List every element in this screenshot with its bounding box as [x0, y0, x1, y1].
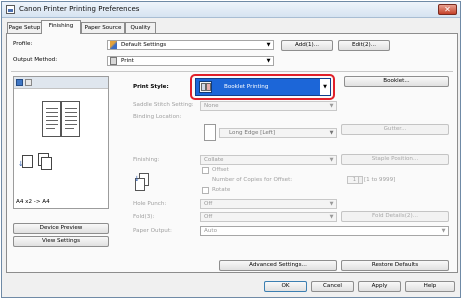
binding-page-icon	[204, 124, 216, 141]
tab-paper-source[interactable]: Paper Source	[81, 22, 125, 33]
output-method-select[interactable]: Print ▼	[107, 56, 274, 66]
finishing-value: Collate	[204, 157, 224, 163]
view-settings-button[interactable]: View Settings	[13, 236, 109, 247]
edit-profile-button[interactable]: Edit(2)...	[338, 40, 390, 51]
finishing-label: Finishing:	[133, 157, 160, 163]
rotate-label: Rotate	[212, 187, 231, 193]
offset-stack-icon: ↓	[134, 173, 151, 191]
chevron-down-icon: ▼	[329, 201, 334, 207]
profile-label: Profile:	[13, 41, 33, 47]
offset-label: Offset	[212, 167, 229, 173]
paper-output-value: Auto	[204, 228, 217, 234]
chevron-down-icon: ▼	[441, 228, 446, 234]
rotate-checkbox[interactable]	[202, 187, 209, 194]
add-profile-button[interactable]: Add(1)...	[281, 40, 333, 51]
advanced-settings-button[interactable]: Advanced Settings...	[219, 260, 337, 271]
chevron-down-icon: ▼	[329, 157, 334, 163]
output-method-value: Print	[121, 58, 134, 64]
chevron-down-icon: ▼	[329, 103, 334, 109]
binding-location-label: Binding Location:	[133, 114, 182, 120]
booklet-button[interactable]: Booklet...	[344, 76, 449, 87]
output-method-label: Output Method:	[13, 57, 58, 63]
separator	[11, 71, 453, 72]
printing-preferences-window: Canon Printer Printing Preferences ✕ Pag…	[1, 1, 461, 298]
offset-copies-range: [1 to 9999]	[364, 177, 396, 183]
print-style-label: Print Style:	[133, 84, 169, 90]
restore-defaults-button[interactable]: Restore Defaults	[341, 260, 449, 271]
fold-select[interactable]: Off ▼	[200, 212, 337, 222]
booklet-left-page	[42, 101, 61, 137]
fold-value: Off	[204, 214, 213, 220]
close-button[interactable]: ✕	[438, 4, 457, 15]
saddle-stitch-select[interactable]: None ▼	[200, 101, 337, 111]
preview-paper-text: A4 x2 -> A4	[16, 199, 50, 205]
chevron-down-icon: ▼	[329, 214, 334, 220]
offset-checkbox[interactable]	[202, 167, 209, 174]
print-icon	[110, 57, 117, 65]
title-bar: Canon Printer Printing Preferences ✕	[2, 2, 460, 18]
finishing-panel: Profile: Default Settings ▼ Add(1)... Ed…	[6, 33, 458, 273]
tab-page-setup[interactable]: Page Setup	[7, 22, 42, 33]
hole-punch-label: Hole Punch:	[133, 201, 167, 207]
hole-punch-value: Off	[204, 201, 213, 207]
binding-location-select[interactable]: Long Edge [Left] ▼	[219, 128, 337, 138]
tab-finishing[interactable]: Finishing	[41, 20, 81, 34]
offset-copies-label: Number of Copies for Offset:	[212, 177, 293, 183]
profile-value: Default Settings	[121, 42, 167, 48]
preview-pane: ↓ A4 x2 -> A4	[13, 76, 109, 209]
paper-output-select[interactable]: Auto ▼	[200, 226, 449, 236]
hole-punch-select[interactable]: Off ▼	[200, 199, 337, 209]
finishing-select[interactable]: Collate ▼	[200, 155, 337, 165]
gutter-button[interactable]: Gutter...	[341, 124, 449, 135]
offset-copies-spinner[interactable]	[358, 176, 363, 184]
binding-location-value: Long Edge [Left]	[229, 130, 276, 136]
window-title: Canon Printer Printing Preferences	[19, 5, 140, 13]
preview-mode-icon[interactable]	[16, 79, 23, 86]
saddle-stitch-label: Saddle Stitch Setting:	[133, 102, 194, 108]
staple-position-button[interactable]: Staple Position...	[341, 154, 449, 165]
saddle-stitch-value: None	[204, 103, 219, 109]
device-preview-button[interactable]: Device Preview	[13, 223, 109, 234]
chevron-down-icon: ▼	[266, 58, 271, 64]
chevron-down-icon: ▼	[266, 42, 271, 48]
ok-button[interactable]: OK	[264, 281, 307, 292]
tab-quality[interactable]: Quality	[125, 22, 156, 33]
chevron-down-icon: ▼	[320, 79, 330, 95]
profile-select[interactable]: Default Settings ▼	[107, 40, 274, 50]
paper-stack-icon: ↓	[18, 155, 33, 168]
booklet-right-page	[61, 101, 80, 137]
fold-label: Fold(3):	[133, 214, 155, 220]
booklet-icon	[199, 81, 212, 93]
print-style-value: Booklet Printing	[224, 84, 269, 90]
printer-view-icon[interactable]	[25, 79, 32, 86]
profile-icon	[110, 41, 117, 49]
cancel-button[interactable]: Cancel	[311, 281, 354, 292]
preview-toolbar	[14, 77, 108, 89]
help-button[interactable]: Help	[405, 281, 455, 292]
paper-output-label: Paper Output:	[133, 228, 172, 234]
print-style-select[interactable]: Booklet Printing ▼	[195, 78, 331, 96]
output-tray-stack-icon	[41, 157, 52, 170]
apply-button[interactable]: Apply	[358, 281, 401, 292]
printer-app-icon	[6, 5, 15, 14]
fold-details-button[interactable]: Fold Details(2)...	[341, 211, 449, 222]
chevron-down-icon: ▼	[329, 130, 334, 136]
